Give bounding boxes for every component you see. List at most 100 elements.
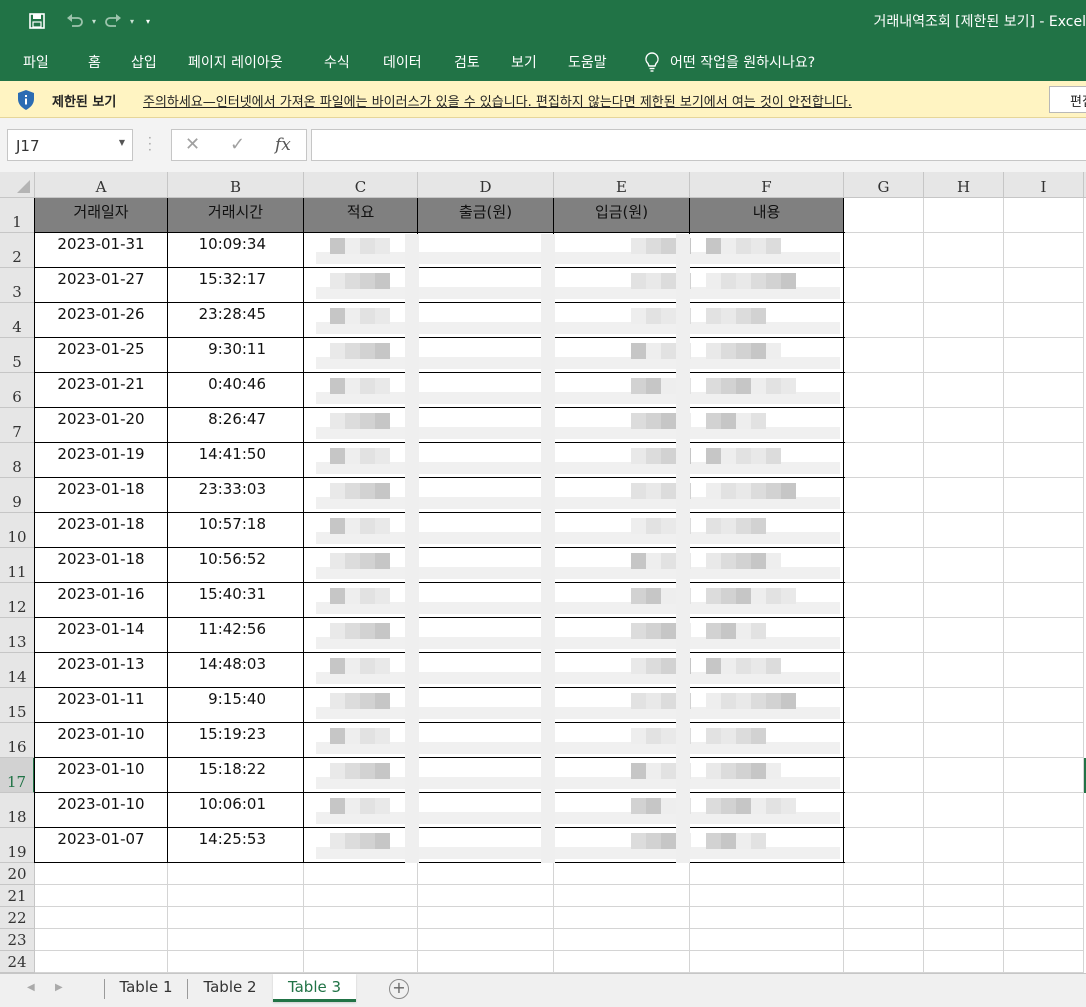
row-header-19[interactable]: 19 <box>0 828 35 863</box>
tab-help[interactable]: 도움말 <box>568 52 607 72</box>
cell-h9[interactable] <box>924 478 1004 513</box>
time-cell[interactable]: 14:41:50 <box>168 443 304 478</box>
cell-i10[interactable] <box>1004 513 1084 548</box>
cell-a23[interactable] <box>35 929 168 951</box>
protected-view-message[interactable]: 주의하세요—인터넷에서 가져온 파일에는 바이러스가 있을 수 있습니다. 편집… <box>143 91 852 110</box>
cell-a21[interactable] <box>35 885 168 907</box>
row-header-11[interactable]: 11 <box>0 548 35 583</box>
column-header-c[interactable]: C <box>304 172 418 198</box>
tab-review[interactable]: 검토 <box>454 52 480 72</box>
cell-g11[interactable] <box>844 548 924 583</box>
column-header-e[interactable]: E <box>554 172 690 198</box>
cell-h12[interactable] <box>924 583 1004 618</box>
cell-g16[interactable] <box>844 723 924 758</box>
time-cell[interactable]: 14:25:53 <box>168 828 304 863</box>
cell-d20[interactable] <box>418 863 554 885</box>
time-cell[interactable]: 15:32:17 <box>168 268 304 303</box>
cell-g12[interactable] <box>844 583 924 618</box>
cell-d23[interactable] <box>418 929 554 951</box>
cell-g9[interactable] <box>844 478 924 513</box>
date-cell[interactable]: 2023-01-18 <box>35 478 168 513</box>
cell-h24[interactable] <box>924 951 1004 973</box>
cell-h17[interactable] <box>924 758 1004 793</box>
time-cell[interactable]: 8:26:47 <box>168 408 304 443</box>
row-header-5[interactable]: 5 <box>0 338 35 373</box>
time-cell[interactable]: 23:33:03 <box>168 478 304 513</box>
cell-i1[interactable] <box>1004 198 1084 233</box>
cell-i4[interactable] <box>1004 303 1084 338</box>
column-header-a[interactable]: A <box>35 172 168 198</box>
cell-c24[interactable] <box>304 951 418 973</box>
enable-editing-button[interactable]: 편집 사용 <box>1049 86 1086 113</box>
cell-g20[interactable] <box>844 863 924 885</box>
row-header-23[interactable]: 23 <box>0 929 35 951</box>
cell-h6[interactable] <box>924 373 1004 408</box>
cell-h21[interactable] <box>924 885 1004 907</box>
cell-h3[interactable] <box>924 268 1004 303</box>
cell-g2[interactable] <box>844 233 924 268</box>
date-cell[interactable]: 2023-01-11 <box>35 688 168 723</box>
cell-i3[interactable] <box>1004 268 1084 303</box>
cell-f20[interactable] <box>690 863 844 885</box>
date-cell[interactable]: 2023-01-10 <box>35 758 168 793</box>
prev-sheet-icon[interactable]: ◀ <box>27 982 35 993</box>
cell-g10[interactable] <box>844 513 924 548</box>
worksheet-grid[interactable]: A B C D E F G H I 1 2 3 4 5 6 7 8 9 10 11 12 13 14 15 16 17 18 19 20… <box>0 172 1086 973</box>
cell-d22[interactable] <box>418 907 554 929</box>
cell-b20[interactable] <box>168 863 304 885</box>
cell-i24[interactable] <box>1004 951 1084 973</box>
enter-check-icon[interactable]: ✓ <box>230 134 245 155</box>
date-cell[interactable]: 2023-01-21 <box>35 373 168 408</box>
time-cell[interactable]: 9:15:40 <box>168 688 304 723</box>
table-header-cell[interactable]: 내용 <box>690 198 844 233</box>
date-cell[interactable]: 2023-01-16 <box>35 583 168 618</box>
cell-h16[interactable] <box>924 723 1004 758</box>
cell-h22[interactable] <box>924 907 1004 929</box>
row-header-13[interactable]: 13 <box>0 618 35 653</box>
time-cell[interactable]: 15:40:31 <box>168 583 304 618</box>
redo-dropdown-icon[interactable]: ▾ <box>126 9 138 33</box>
tab-page-layout[interactable]: 페이지 레이아웃 <box>188 52 283 72</box>
cell-i14[interactable] <box>1004 653 1084 688</box>
cell-h8[interactable] <box>924 443 1004 478</box>
next-sheet-icon[interactable]: ▶ <box>55 982 63 993</box>
date-cell[interactable]: 2023-01-25 <box>35 338 168 373</box>
row-header-18[interactable]: 18 <box>0 793 35 828</box>
tab-home[interactable]: 홈 <box>88 52 101 72</box>
cell-g22[interactable] <box>844 907 924 929</box>
cell-i17[interactable] <box>1004 758 1084 793</box>
cell-g17[interactable] <box>844 758 924 793</box>
cell-h15[interactable] <box>924 688 1004 723</box>
row-header-10[interactable]: 10 <box>0 513 35 548</box>
cell-c21[interactable] <box>304 885 418 907</box>
table-header-cell[interactable]: 거래일자 <box>35 198 168 233</box>
undo-button[interactable] <box>62 9 88 33</box>
cell-i23[interactable] <box>1004 929 1084 951</box>
date-cell[interactable]: 2023-01-19 <box>35 443 168 478</box>
add-sheet-icon[interactable]: + <box>389 979 409 999</box>
row-header-7[interactable]: 7 <box>0 408 35 443</box>
formula-input[interactable] <box>311 129 1086 161</box>
row-header-1[interactable]: 1 <box>0 198 35 233</box>
date-cell[interactable]: 2023-01-26 <box>35 303 168 338</box>
cell-g1[interactable] <box>844 198 924 233</box>
cell-i8[interactable] <box>1004 443 1084 478</box>
cell-i19[interactable] <box>1004 828 1084 863</box>
tab-data[interactable]: 데이터 <box>383 52 422 72</box>
cell-f24[interactable] <box>690 951 844 973</box>
cell-c20[interactable] <box>304 863 418 885</box>
cell-b22[interactable] <box>168 907 304 929</box>
cell-h14[interactable] <box>924 653 1004 688</box>
cell-e20[interactable] <box>554 863 690 885</box>
cell-i6[interactable] <box>1004 373 1084 408</box>
date-cell[interactable]: 2023-01-18 <box>35 513 168 548</box>
time-cell[interactable]: 10:06:01 <box>168 793 304 828</box>
cell-i5[interactable] <box>1004 338 1084 373</box>
cell-c22[interactable] <box>304 907 418 929</box>
table-header-cell[interactable]: 출금(원) <box>418 198 554 233</box>
column-header-d[interactable]: D <box>418 172 554 198</box>
column-header-i[interactable]: I <box>1004 172 1084 198</box>
cell-g13[interactable] <box>844 618 924 653</box>
customize-qat-icon[interactable]: ▾ <box>138 9 158 33</box>
time-cell[interactable]: 10:56:52 <box>168 548 304 583</box>
